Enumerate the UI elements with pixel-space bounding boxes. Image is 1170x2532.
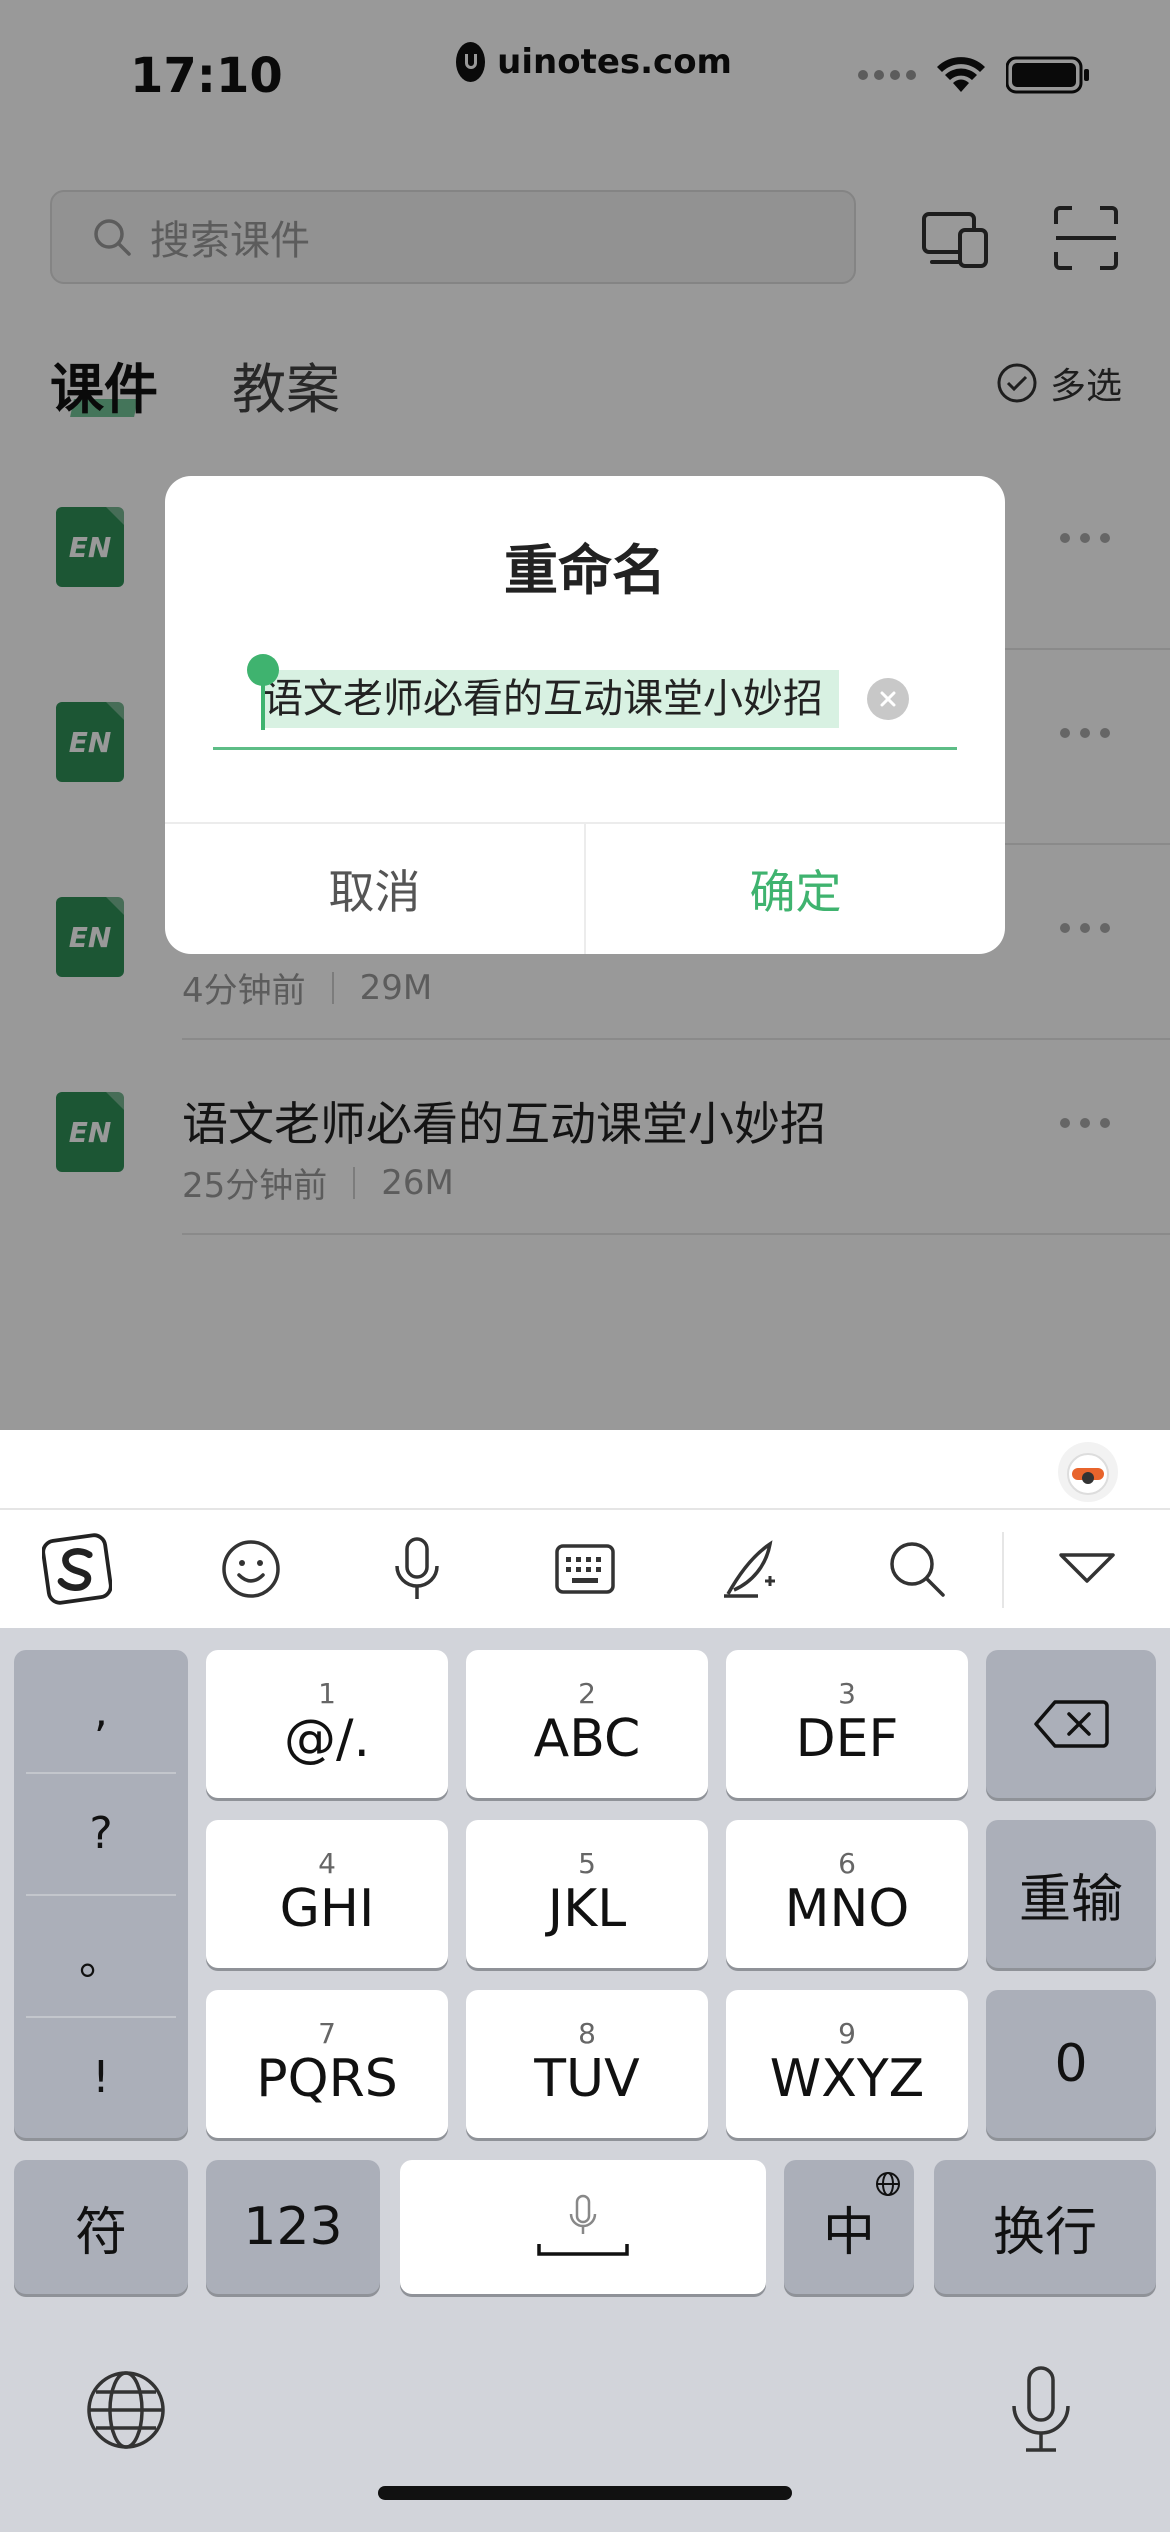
rename-input[interactable]: 语文老师必看的互动课堂小妙招 <box>213 654 957 750</box>
chinese-english-toggle[interactable]: 中 <box>784 2160 914 2294</box>
key-6[interactable]: 6 MNO <box>726 1820 968 1968</box>
key-8[interactable]: 8 TUV <box>466 1990 708 2138</box>
rename-dialog: 重命名 语文老师必看的互动课堂小妙招 取消 确定 <box>165 476 1005 954</box>
dictation-mic-icon[interactable] <box>1006 2364 1076 2454</box>
reinput-button[interactable]: 重输 <box>986 1820 1156 1968</box>
sogou-logo-icon[interactable] <box>42 1533 112 1605</box>
keyboard-toolbar <box>0 1510 1170 1628</box>
close-icon <box>880 691 896 707</box>
space-button[interactable] <box>400 2160 766 2294</box>
key-9[interactable]: 9 WXYZ <box>726 1990 968 2138</box>
cancel-button[interactable]: 取消 <box>165 824 586 954</box>
rename-input-value: 语文老师必看的互动课堂小妙招 <box>263 670 839 728</box>
key-1[interactable]: 1 @/. <box>206 1650 448 1798</box>
dialog-title: 重命名 <box>504 539 666 602</box>
symbols-button[interactable]: 符 <box>14 2160 188 2294</box>
key-3[interactable]: 3 DEF <box>726 1650 968 1798</box>
mascot-icon[interactable] <box>1058 1442 1118 1502</box>
newline-button[interactable]: 换行 <box>934 2160 1156 2294</box>
keyboard: , ? 。 ! 1 @/. 2 ABC 3 DEF 4 GHI 5 JKL 6 … <box>0 1628 1170 2532</box>
key-comma[interactable]: , <box>14 1650 188 1772</box>
space-mic-icon <box>537 2194 629 2256</box>
voice-input-icon[interactable] <box>382 1534 452 1604</box>
globe-icon[interactable] <box>84 2368 168 2452</box>
hide-keyboard-icon[interactable] <box>1052 1534 1122 1604</box>
clear-input-button[interactable] <box>867 678 909 720</box>
key-4[interactable]: 4 GHI <box>206 1820 448 1968</box>
numbers-button[interactable]: 123 <box>206 2160 380 2294</box>
divider <box>1002 1532 1004 1608</box>
key-2[interactable]: 2 ABC <box>466 1650 708 1798</box>
backspace-button[interactable] <box>986 1650 1156 1798</box>
emoji-icon[interactable] <box>216 1534 286 1604</box>
handwriting-icon[interactable] <box>716 1534 786 1604</box>
key-question[interactable]: ? <box>14 1772 188 1894</box>
key-7[interactable]: 7 PQRS <box>206 1990 448 2138</box>
search-icon[interactable] <box>882 1534 952 1604</box>
key-5[interactable]: 5 JKL <box>466 1820 708 1968</box>
keyboard-candidate-bar <box>0 1430 1170 1510</box>
key-exclamation[interactable]: ! <box>14 2016 188 2138</box>
key-period[interactable]: 。 <box>14 1894 188 2016</box>
backspace-icon <box>1034 1700 1109 1748</box>
home-indicator[interactable] <box>378 2486 792 2500</box>
confirm-button[interactable]: 确定 <box>586 824 1005 954</box>
globe-icon <box>876 2172 900 2196</box>
punctuation-column[interactable]: , ? 。 ! <box>14 1650 188 2138</box>
dialog-actions: 取消 确定 <box>165 822 1005 954</box>
key-0[interactable]: 0 <box>986 1990 1156 2138</box>
text-cursor <box>261 672 265 730</box>
keyboard-layout-icon[interactable] <box>550 1534 620 1604</box>
